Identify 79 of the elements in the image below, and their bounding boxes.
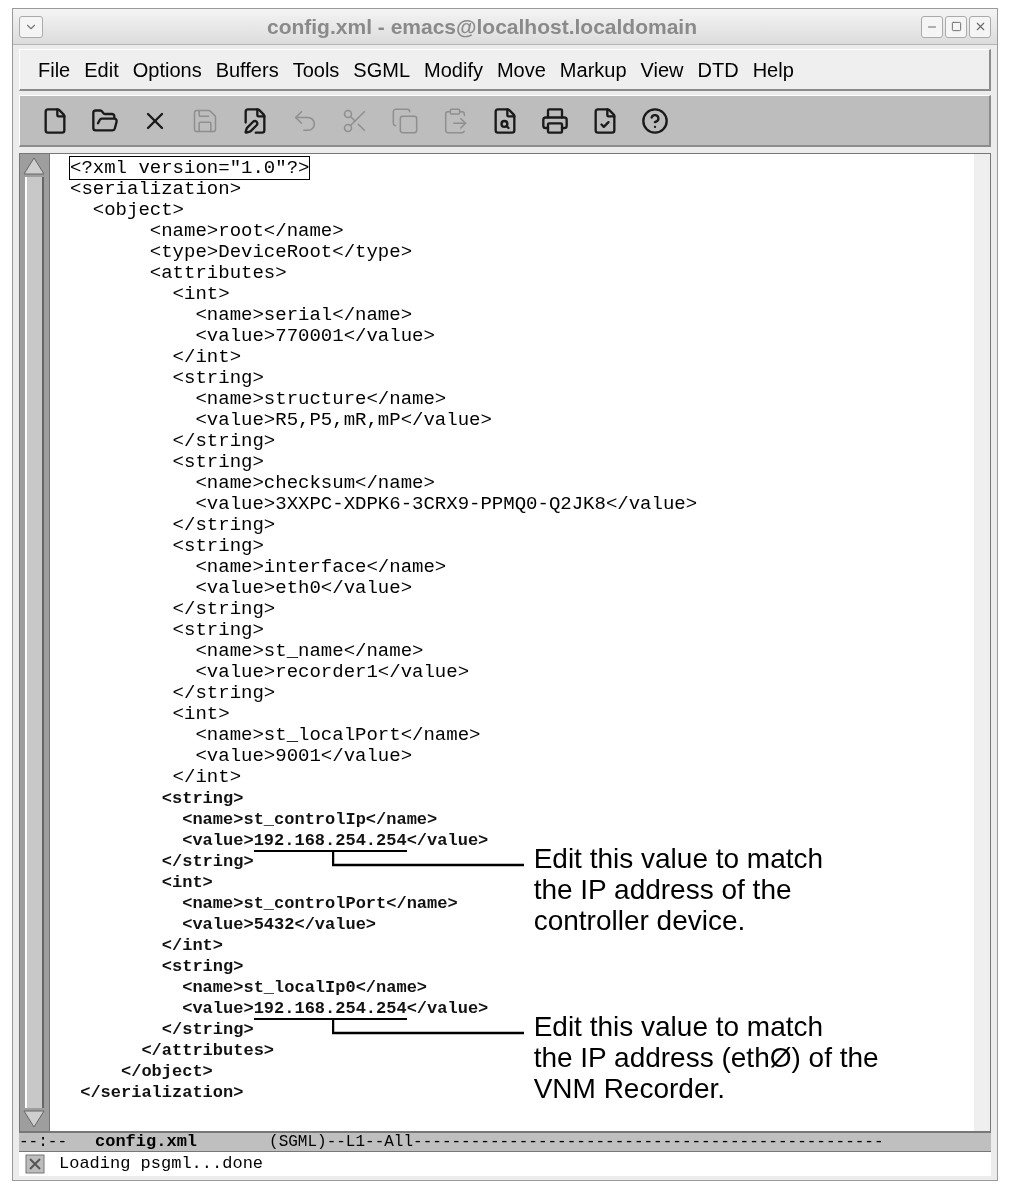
code-line: <name>serial</name> — [194, 304, 413, 326]
code-line: <int> — [171, 283, 230, 305]
code-line: <name>st_localPort</name> — [194, 724, 481, 746]
code-line: <int> — [171, 703, 230, 725]
code-line: </int> — [171, 766, 242, 788]
scrollbar-corner-icon — [25, 1154, 45, 1174]
code-line: <string> — [171, 451, 264, 473]
code-line: <name>structure</name> — [194, 388, 447, 410]
menu-item[interactable]: Tools — [286, 54, 346, 85]
code-line: <name>st_name</name> — [194, 640, 424, 662]
code-line: </string> — [171, 598, 276, 620]
code-line: </string> — [171, 514, 276, 536]
menu-item[interactable]: Move — [490, 54, 552, 85]
code-line: </value> — [406, 831, 489, 850]
code-line: <?xml version="1.0"?> — [70, 157, 310, 179]
menu-item[interactable]: DTD — [691, 54, 745, 85]
maximize-icon — [950, 21, 962, 32]
code-line: <value>9001</value> — [194, 745, 413, 767]
code-line: </attributes> — [140, 1041, 275, 1060]
menu-item[interactable]: Edit — [78, 54, 125, 85]
code-line: </int> — [160, 936, 224, 955]
menu-item[interactable]: Help — [746, 54, 800, 85]
code-line: </object> — [120, 1062, 213, 1081]
code-line: </serialization> — [79, 1083, 244, 1102]
echo-message: Loading psgml...done — [59, 1153, 264, 1176]
code-line: </string> — [160, 852, 254, 871]
code-line: <type>DeviceRoot</type> — [148, 241, 413, 263]
code-line: <name>st_controlIp</name> — [181, 810, 438, 829]
copy-icon — [391, 106, 419, 135]
code-line: <value>770001</value> — [194, 325, 435, 347]
callout-text: Edit this value to match the IP address of the controller device. — [533, 843, 824, 936]
code-line: <value>R5,P5,mR,mP</value> — [194, 409, 492, 431]
mode-info: (SGML)--L1--All------------------------------------------------- — [269, 1133, 884, 1151]
scroll-up-arrow-icon — [23, 157, 45, 175]
code-line: <value> — [181, 831, 254, 850]
code-line: </int> — [171, 346, 242, 368]
help-icon — [641, 106, 669, 135]
code-line: <string> — [171, 535, 264, 557]
code-line: <name>st_controlPort</name> — [181, 894, 458, 913]
menu-item[interactable]: View — [634, 54, 690, 85]
code-line: <string> — [160, 957, 244, 976]
window-title: config.xml - emacs@localhost.localdomain — [265, 13, 699, 40]
code-line: <attributes> — [148, 262, 287, 284]
code-line: <name>root</name> — [148, 220, 344, 242]
maximize-button[interactable] — [945, 15, 967, 38]
code-line: <value>3XXPC-XDPK6-3CRX9-PPMQ0-Q2JK8</value> — [194, 493, 698, 515]
code-line: </value> — [406, 999, 489, 1018]
callout-text: Edit this value to match the IP address (ethØ) of the VNM Recorder. — [533, 1011, 879, 1104]
underlined-value: 192.168.254.254 — [253, 1000, 407, 1020]
code-line: <string> — [160, 789, 244, 808]
scrollbar[interactable] — [20, 154, 50, 1131]
code-line: <value> — [181, 999, 254, 1018]
menu-item[interactable]: Modify — [418, 54, 489, 85]
code-line: <name>checksum</name> — [194, 472, 435, 494]
menu-item[interactable]: Markup — [553, 54, 633, 85]
code-line: <string> — [171, 619, 264, 641]
code-line: </string> — [171, 430, 276, 452]
code-line: <serialization> — [70, 178, 242, 200]
code-line: <name>interface</name> — [194, 556, 447, 578]
printer-icon — [541, 106, 569, 135]
underlined-value: 192.168.254.254 — [253, 832, 407, 852]
code-line: <name>st_localIp0</name> — [181, 978, 428, 997]
code-line: <int> — [160, 873, 213, 892]
code-line: <value>eth0</value> — [194, 577, 413, 599]
scroll-down-arrow-icon — [23, 1110, 45, 1128]
menu-item[interactable]: Options — [126, 54, 208, 85]
code-line: <string> — [171, 367, 264, 389]
menu-item[interactable]: File — [32, 54, 77, 85]
mode-status: --:-- — [19, 1133, 67, 1151]
scrollbar-thumb[interactable] — [25, 177, 44, 1108]
code-line: <object> — [91, 199, 185, 221]
buffer-name: config.xml — [95, 1133, 198, 1151]
menu-item[interactable]: Buffers — [209, 54, 285, 85]
code-line: <value>5432</value> — [181, 915, 377, 934]
code-line: </string> — [160, 1020, 254, 1039]
code-line: </string> — [171, 682, 276, 704]
menu-item[interactable]: SGML — [347, 54, 417, 85]
close-button[interactable] — [969, 15, 991, 38]
code-line: <value>recorder1</value> — [194, 661, 470, 683]
